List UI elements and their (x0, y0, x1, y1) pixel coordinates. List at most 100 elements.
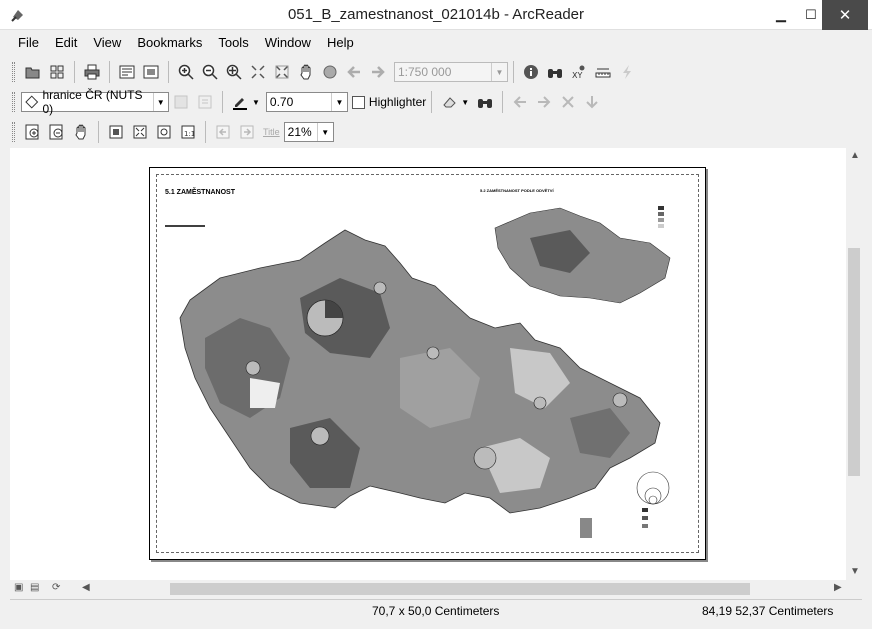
fixed-zoom-in-button[interactable] (247, 61, 269, 83)
map-scale-combo[interactable]: 1:750 000 ▼ (394, 62, 508, 82)
scroll-up-icon[interactable]: ▲ (850, 150, 860, 161)
layer-properties-button[interactable] (194, 91, 216, 113)
menu-window[interactable]: Window (257, 32, 319, 56)
zoom-whole-page-button[interactable] (105, 121, 127, 143)
data-view-tab-icon[interactable]: ▤ (30, 582, 39, 593)
zoom-out-button[interactable] (199, 61, 221, 83)
svg-text:1:1: 1:1 (184, 130, 195, 138)
layout-pan-button[interactable] (70, 121, 92, 143)
toolbar-separator (98, 121, 99, 143)
identify-icon (524, 65, 538, 79)
select-features-next-button[interactable] (533, 91, 555, 113)
fixed-zoom-button[interactable] (223, 61, 245, 83)
data-view-icon (143, 65, 159, 79)
menu-help[interactable]: Help (319, 32, 362, 56)
zoom-100-icon: 1:1 (181, 125, 195, 139)
inset-title: 5.2 ZAMĚSTNANOST PODLE ODVĚTVÍ (480, 188, 554, 193)
arrow-left-icon (513, 96, 527, 108)
open-icon (25, 67, 40, 79)
vertical-scroll-thumb[interactable] (848, 248, 860, 476)
toolbar-grip[interactable] (12, 122, 15, 142)
eraser-dropdown-icon[interactable]: ▼ (461, 98, 469, 107)
layout-fixed-zoom-in-button[interactable] (129, 121, 151, 143)
arrow-right-icon (538, 96, 551, 108)
find-route-button[interactable] (474, 91, 496, 113)
menu-edit[interactable]: Edit (47, 32, 85, 56)
vertical-scrollbar[interactable]: ▲ ▼ (846, 148, 862, 580)
status-bar: 70,7 x 50,0 Centimeters 84,19 52,37 Cent… (10, 599, 862, 623)
scroll-right-icon[interactable]: ▶ (834, 582, 842, 593)
toolbar-grip[interactable] (12, 62, 15, 82)
window-title: 051_B_zamestnanost_021014b - ArcReader (287, 6, 585, 23)
clear-icon (562, 96, 574, 108)
highlighter-checkbox[interactable] (351, 95, 365, 109)
pan-button[interactable] (295, 61, 317, 83)
hyperlink-button[interactable] (616, 61, 638, 83)
identify-button[interactable] (520, 61, 542, 83)
layers-button[interactable] (46, 61, 68, 83)
close-button[interactable]: ✕ (822, 0, 868, 30)
page-zoom-in-icon (25, 124, 39, 140)
back-button[interactable] (343, 61, 365, 83)
zoom-out-icon (202, 64, 218, 80)
scroll-left-icon[interactable]: ◀ (82, 582, 90, 593)
layout-zoom-select[interactable]: 21% ▼ (283, 122, 334, 142)
layout-page: 5.1 ZAMĚSTNANOST 5.2 ZAMĚSTNANOST PODLE … (149, 167, 706, 560)
layer-properties-icon (198, 95, 212, 109)
chevron-down-icon[interactable]: ▼ (316, 123, 333, 141)
clear-selection-button[interactable] (557, 91, 579, 113)
map-canvas[interactable]: 5.1 ZAMĚSTNANOST 5.2 ZAMĚSTNANOST PODLE … (10, 148, 846, 580)
minimize-button[interactable]: ▁ (766, 0, 796, 30)
highlighter-label: Highlighter (368, 95, 427, 109)
zoom-in-button[interactable] (175, 61, 197, 83)
eraser-button[interactable] (438, 91, 460, 113)
go-to-xy-button[interactable]: XY (568, 61, 590, 83)
forward-icon (372, 66, 385, 78)
horizontal-scroll-thumb[interactable] (170, 583, 750, 595)
hyperlink-icon (623, 65, 631, 79)
chevron-down-icon[interactable]: ▼ (491, 63, 507, 81)
layer-select-value: hranice ČR (NUTS 0) (42, 88, 143, 116)
menu-tools[interactable]: Tools (210, 32, 256, 56)
measure-button[interactable] (592, 61, 614, 83)
layer-icon (25, 95, 39, 109)
pen-dropdown-icon[interactable]: ▼ (252, 98, 260, 107)
pen-button[interactable] (229, 91, 251, 113)
toolbar-separator (74, 61, 75, 83)
print-button[interactable] (81, 61, 103, 83)
layout-view-tab-icon[interactable]: ▣ (14, 582, 23, 593)
layout-fixed-zoom-out-button[interactable] (153, 121, 175, 143)
toolbar-grip[interactable] (12, 92, 15, 112)
menu-bookmarks[interactable]: Bookmarks (129, 32, 210, 56)
data-view-button[interactable] (140, 61, 162, 83)
layout-zoom-out-button[interactable] (46, 121, 68, 143)
select-features-button[interactable] (509, 91, 531, 113)
line-width-select[interactable]: 0.70 ▼ (265, 92, 348, 112)
menu-view[interactable]: View (85, 32, 129, 56)
line-width-value: 0.70 (269, 95, 294, 109)
chevron-down-icon[interactable]: ▼ (330, 93, 347, 111)
toolbar-separator (168, 61, 169, 83)
refresh-icon[interactable]: ⟳ (52, 582, 60, 593)
forward-button[interactable] (367, 61, 389, 83)
menu-file[interactable]: File (10, 32, 47, 56)
fixed-zoom-out-icon (275, 65, 289, 79)
title-button[interactable]: Title (263, 127, 280, 137)
full-extent-button[interactable] (319, 61, 341, 83)
layer-select[interactable]: hranice ČR (NUTS 0) ▼ (21, 88, 169, 116)
find-button[interactable] (544, 61, 566, 83)
previous-extent-button[interactable] (212, 121, 234, 143)
layout-view-button[interactable] (116, 61, 138, 83)
layer-zoom-button[interactable] (170, 91, 192, 113)
horizontal-scrollbar[interactable]: ▣ ▤ ⟳ ◀ ▶ (10, 580, 862, 598)
next-extent-button[interactable] (236, 121, 258, 143)
layout-zoom-in-button[interactable] (22, 121, 44, 143)
open-button[interactable] (22, 61, 44, 83)
scroll-down-icon[interactable]: ▼ (850, 566, 860, 577)
select-down-button[interactable] (581, 91, 603, 113)
next-page-icon (240, 125, 254, 139)
page-pan-icon (75, 124, 86, 140)
zoom-100-button[interactable]: 1:1 (177, 121, 199, 143)
fixed-zoom-out-button[interactable] (271, 61, 293, 83)
chevron-down-icon[interactable]: ▼ (152, 93, 168, 111)
